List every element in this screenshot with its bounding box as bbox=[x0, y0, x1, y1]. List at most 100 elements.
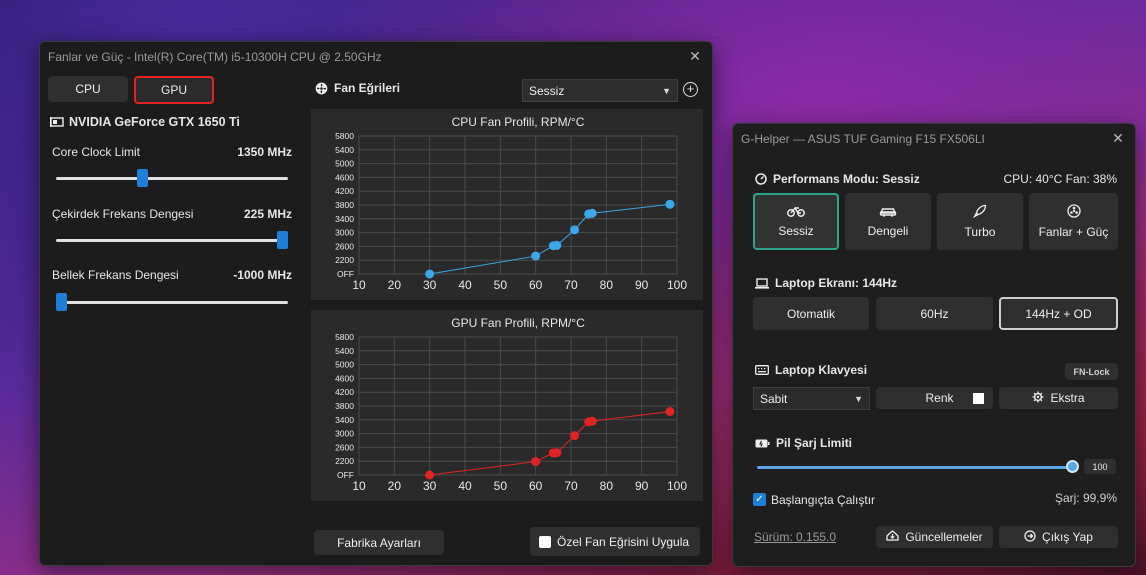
x-tick-label: 20 bbox=[388, 278, 402, 292]
cpu-fan-chart-panel: CPU Fan Profili, RPM/°C OFF 2200 2600 3000 34… bbox=[311, 109, 703, 300]
fan-icon bbox=[315, 82, 328, 94]
version-link[interactable]: Sürüm: 0.155.0 bbox=[754, 530, 836, 544]
x-tick-label: 90 bbox=[635, 278, 649, 292]
screen-60hz-button[interactable]: 60Hz bbox=[876, 297, 993, 330]
y-tick-label: 4200 bbox=[335, 186, 354, 196]
startup-checkbox[interactable]: ✓ bbox=[753, 493, 766, 506]
gpu-name: NVIDIA GeForce GTX 1650 Ti bbox=[50, 115, 240, 129]
y-tick-label: 3400 bbox=[335, 214, 354, 224]
keyboard-mode-select[interactable]: Sabit ▼ bbox=[753, 387, 870, 410]
x-tick-label: 90 bbox=[635, 479, 649, 493]
fan-curves-heading: Fan Eğrileri bbox=[315, 81, 400, 95]
gear-icon bbox=[1032, 391, 1044, 406]
y-tick-label: 5000 bbox=[335, 159, 354, 169]
fn-lock-button[interactable]: FN-Lock bbox=[1065, 363, 1118, 380]
screen-heading: Laptop Ekranı: 144Hz bbox=[755, 276, 897, 290]
y-tick-label: 3400 bbox=[335, 415, 354, 425]
custom-curve-checkbox[interactable] bbox=[539, 535, 551, 548]
gpu-chart-title: GPU Fan Profili, RPM/°C bbox=[451, 316, 585, 330]
memory-offset-slider[interactable] bbox=[56, 301, 288, 304]
gpu-curve-point bbox=[587, 416, 597, 426]
slider-label-core-clock: Core Clock Limit bbox=[52, 145, 141, 159]
core-offset-slider[interactable] bbox=[56, 239, 288, 242]
mode-turbo-button[interactable]: Turbo bbox=[937, 193, 1023, 250]
slider-label-memory-offset: Bellek Frekans Dengesi bbox=[52, 268, 179, 282]
gpu-fan-chart-panel: GPU Fan Profili, RPM/°C OFF 2200 2600 3000 34… bbox=[311, 310, 703, 501]
ghelper-title: G-Helper — ASUS TUF Gaming F15 FX506LI bbox=[741, 132, 985, 146]
battery-limit-slider-thumb[interactable] bbox=[1066, 460, 1079, 473]
gpu-curve-point bbox=[570, 431, 580, 441]
keyboard-extra-button[interactable]: Ekstra bbox=[999, 387, 1118, 409]
cpu-curve-point bbox=[552, 240, 562, 250]
keyboard-color-button[interactable]: Renk bbox=[876, 387, 993, 409]
y-tick-label: 5000 bbox=[335, 360, 354, 370]
y-tick-label: 2200 bbox=[335, 456, 354, 466]
x-tick-label: 80 bbox=[600, 479, 614, 493]
core-clock-slider-thumb[interactable] bbox=[137, 169, 148, 187]
gpu-curve-point bbox=[531, 457, 541, 467]
mode-sessiz-button[interactable]: Sessiz bbox=[753, 193, 839, 250]
core-clock-slider[interactable] bbox=[56, 177, 288, 180]
close-icon[interactable]: ✕ bbox=[686, 47, 704, 65]
slider-label-core-offset: Çekirdek Frekans Dengesi bbox=[52, 207, 194, 221]
x-tick-label: 40 bbox=[458, 278, 472, 292]
battery-limit-slider[interactable] bbox=[757, 466, 1073, 469]
gauge-icon bbox=[755, 173, 767, 185]
cpu-curve-point bbox=[665, 199, 675, 209]
tab-gpu[interactable]: GPU bbox=[134, 76, 214, 104]
factory-reset-button[interactable]: Fabrika Ayarları bbox=[314, 530, 444, 555]
x-tick-label: 10 bbox=[352, 479, 366, 493]
gpu-curve-point bbox=[425, 470, 435, 480]
startup-label: Başlangıçta Çalıştır bbox=[771, 493, 876, 507]
car-icon bbox=[879, 205, 897, 220]
bicycle-icon bbox=[787, 205, 805, 220]
fan-icon bbox=[1066, 204, 1081, 221]
battery-heading: Pil Şarj Limiti bbox=[755, 436, 852, 450]
screen-144hz-od-button[interactable]: 144Hz + OD bbox=[999, 297, 1118, 330]
x-tick-label: 100 bbox=[667, 278, 687, 292]
memory-offset-slider-thumb[interactable] bbox=[56, 293, 67, 311]
updates-button[interactable]: Güncellemeler bbox=[876, 526, 993, 548]
tab-cpu[interactable]: CPU bbox=[48, 76, 128, 102]
y-tick-label: 5800 bbox=[335, 131, 354, 141]
exit-icon bbox=[1024, 529, 1036, 545]
x-tick-label: 40 bbox=[458, 479, 472, 493]
custom-curve-toggle[interactable]: Özel Fan Eğrisini Uygula bbox=[530, 527, 700, 556]
y-tick-label: 4600 bbox=[335, 373, 354, 383]
x-tick-label: 30 bbox=[423, 479, 437, 493]
mode-dengeli-button[interactable]: Dengeli bbox=[845, 193, 931, 250]
core-offset-slider-thumb[interactable] bbox=[277, 231, 288, 249]
close-icon[interactable]: ✕ bbox=[1109, 129, 1127, 147]
fan-window-titlebar: Fanlar ve Güç - Intel(R) Core(TM) i5-103… bbox=[40, 42, 712, 72]
y-tick-label: 4600 bbox=[335, 172, 354, 182]
color-swatch bbox=[973, 393, 984, 404]
fan-profile-select[interactable]: Sessiz ▼ bbox=[522, 79, 678, 102]
gpu-curve-point bbox=[552, 448, 562, 458]
y-tick-label: 5400 bbox=[335, 145, 354, 155]
keyboard-heading: Laptop Klavyesi bbox=[755, 363, 867, 377]
y-tick-label: 2600 bbox=[335, 241, 354, 251]
add-icon[interactable]: + bbox=[683, 82, 698, 97]
battery-icon bbox=[755, 439, 770, 447]
mode-fans-power-button[interactable]: Fanlar + Güç bbox=[1029, 193, 1118, 250]
x-tick-label: 70 bbox=[564, 278, 578, 292]
x-tick-label: 10 bbox=[352, 278, 366, 292]
slider-value-memory-offset: -1000 MHz bbox=[233, 268, 292, 282]
keyboard-icon bbox=[755, 365, 769, 375]
y-tick-label: 2600 bbox=[335, 442, 354, 452]
x-tick-label: 60 bbox=[529, 479, 543, 493]
cpu-curve-point bbox=[425, 269, 435, 279]
chevron-down-icon: ▼ bbox=[854, 393, 863, 404]
gpu-card-icon bbox=[50, 117, 64, 127]
y-tick-label: 3000 bbox=[335, 429, 354, 439]
screen-auto-button[interactable]: Otomatik bbox=[753, 297, 869, 330]
x-tick-label: 100 bbox=[667, 479, 687, 493]
gpu-curve-point bbox=[665, 407, 675, 417]
x-tick-label: 30 bbox=[423, 278, 437, 292]
y-tick-label: 4200 bbox=[335, 387, 354, 397]
y-tick-label: 3800 bbox=[335, 200, 354, 210]
exit-button[interactable]: Çıkış Yap bbox=[999, 526, 1118, 548]
y-tick-label: 2200 bbox=[335, 255, 354, 265]
gpu-fan-chart[interactable]: GPU Fan Profili, RPM/°COFF22002600300034… bbox=[311, 310, 703, 501]
cpu-fan-chart[interactable]: CPU Fan Profili, RPM/°COFF22002600300034… bbox=[311, 109, 703, 300]
